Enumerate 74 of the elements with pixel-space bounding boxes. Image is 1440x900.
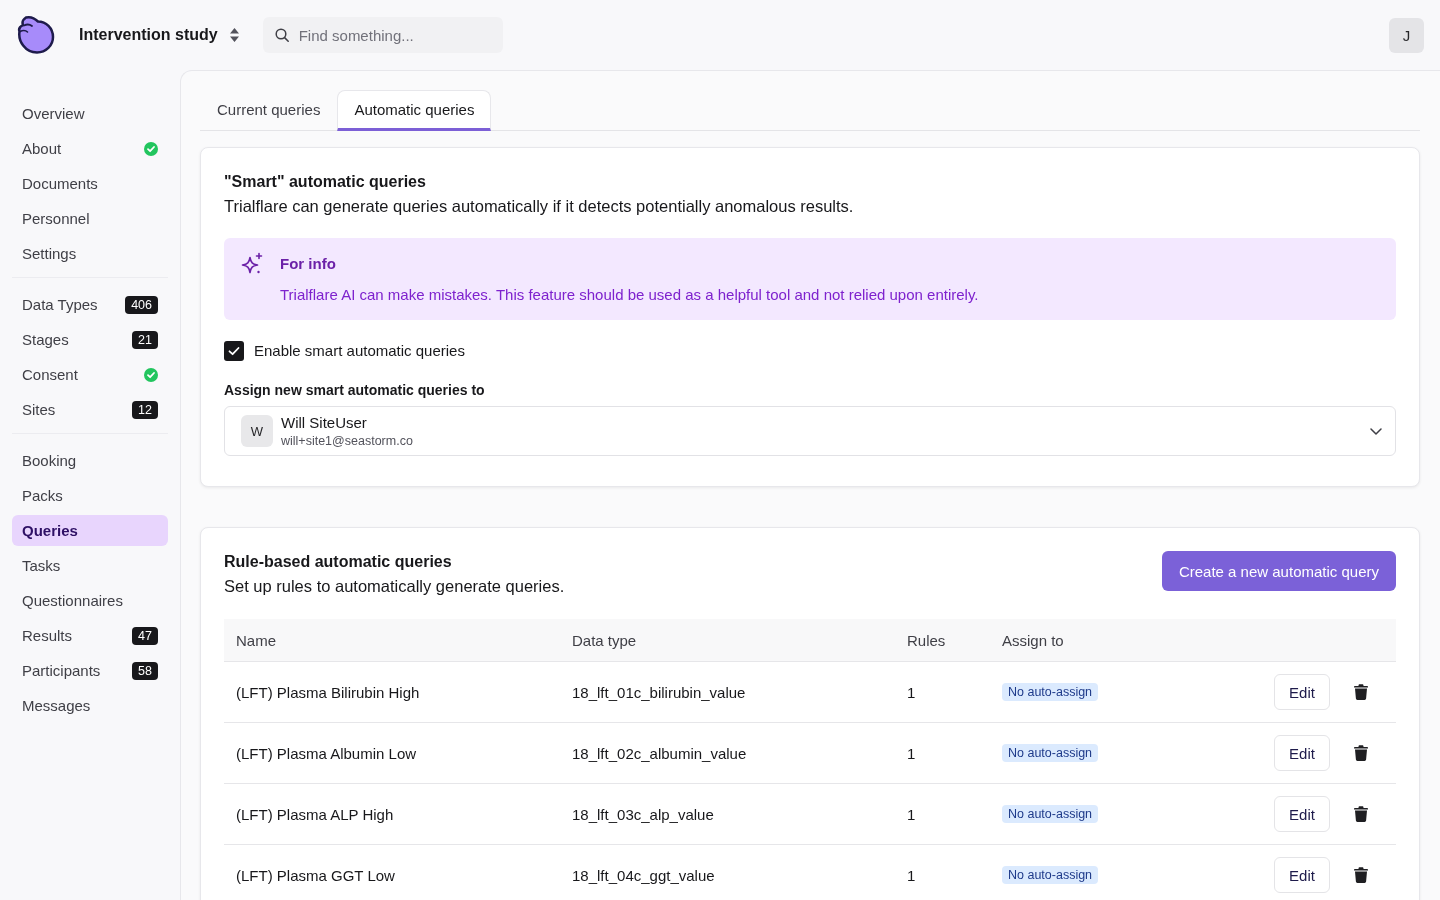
sidebar-item[interactable]: Documents [12, 168, 168, 199]
count-badge: 58 [132, 661, 158, 680]
user-avatar-button[interactable]: J [1389, 17, 1424, 53]
study-switcher[interactable]: Intervention study [79, 26, 239, 44]
assign-tag: No auto-assign [1002, 744, 1099, 762]
sidebar-item[interactable]: Tasks [12, 550, 168, 581]
table-cell-text: (LFT) Plasma Albumin Low [235, 744, 417, 762]
card-description: Trialflare can generate queries automatically if it detects potentially anomalous results. [224, 196, 855, 217]
table-cell-text: 18_lft_04c_ggt_value [571, 866, 715, 884]
updown-caret-icon [229, 28, 239, 42]
table-cell-text: (LFT) Plasma ALP High [235, 805, 394, 823]
trash-icon[interactable] [1354, 806, 1368, 822]
edit-button[interactable]: Edit [1274, 735, 1330, 771]
notice-text: Trialflare AI can make mistakes. This feature should be used as a helpful tool and not relied upon entirely. [280, 285, 980, 305]
table-cell-text: 1 [906, 866, 916, 884]
checkbox-label: Enable smart automatic queries [254, 341, 465, 361]
count-badge: 47 [132, 626, 158, 645]
tab[interactable]: Current queries [200, 90, 338, 131]
tab[interactable]: Automatic queries [337, 90, 492, 131]
edit-button[interactable]: Edit [1274, 674, 1330, 710]
column-header: Rules [906, 631, 946, 649]
table-cell-text: 18_lft_01c_bilirubin_value [571, 683, 746, 701]
count-badge: 12 [132, 400, 158, 419]
edit-button[interactable]: Edit [1274, 796, 1330, 832]
assign-tag: No auto-assign [1002, 866, 1099, 884]
edit-button[interactable]: Edit [1274, 857, 1330, 893]
card-title: Rule-based automatic queries [224, 552, 453, 572]
table-cell-text: (LFT) Plasma GGT Low [235, 866, 395, 884]
table-cell-text: (LFT) Plasma Bilirubin High [235, 683, 420, 701]
notice-title: For info [280, 254, 337, 274]
trash-icon[interactable] [1354, 867, 1368, 883]
sidebar-item[interactable]: Settings [12, 238, 168, 269]
table-cell-text: 18_lft_03c_alp_value [571, 805, 714, 823]
field-label: Assign new smart automatic queries to [224, 381, 486, 400]
assign-tag: No auto-assign [1002, 805, 1099, 823]
create-query-button[interactable]: Create a new automatic query [1161, 551, 1396, 591]
sidebar-item[interactable]: Data Types 406 [12, 289, 168, 320]
card-title: "Smart" automatic queries [224, 172, 427, 192]
count-badge: 406 [125, 295, 158, 314]
table-cell-text: 18_lft_02c_albumin_value [571, 744, 747, 762]
sidebar-item[interactable]: Sites 12 [12, 394, 168, 425]
checkbox[interactable] [224, 341, 244, 361]
trash-icon[interactable] [1354, 684, 1368, 700]
trash-icon[interactable] [1354, 745, 1368, 761]
card-description: Set up rules to automatically generate queries. [224, 576, 565, 597]
assign-tag: No auto-assign [1002, 683, 1099, 701]
chevron-down-icon [1370, 427, 1382, 435]
sparkle-icon [240, 252, 264, 276]
user-email: will+site1@seastorm.co [281, 433, 413, 449]
user-avatar: W [241, 415, 273, 447]
sidebar-item[interactable]: Results 47 [12, 620, 168, 651]
sidebar-item[interactable]: Consent [12, 359, 168, 390]
column-header: Name [235, 631, 276, 649]
sidebar-item[interactable]: Booking [12, 445, 168, 476]
sidebar-item[interactable]: Stages 21 [12, 324, 168, 355]
column-header: Data type [571, 631, 637, 649]
assignee-select[interactable]: W Will SiteUser will+site1@seastorm.co [224, 406, 1396, 456]
sidebar-item[interactable]: Questionnaires [12, 585, 168, 616]
sidebar-item[interactable]: Overview [12, 98, 168, 129]
sidebar-item[interactable]: Personnel [12, 203, 168, 234]
sidebar-item[interactable]: Packs [12, 480, 168, 511]
app-logo [15, 15, 55, 55]
column-header: Assign to [1001, 631, 1064, 649]
user-name: Will SiteUser [281, 413, 367, 432]
search-field[interactable]: Find something... [262, 17, 503, 53]
table-cell-text: 1 [906, 805, 916, 823]
table-cell-text: 1 [906, 683, 916, 701]
count-badge: 21 [132, 330, 158, 349]
search-icon [274, 28, 289, 42]
sidebar-item[interactable]: Messages [12, 690, 168, 721]
sidebar-item[interactable]: Queries [12, 515, 168, 546]
table-cell-text: 1 [906, 744, 916, 762]
sidebar-item[interactable]: Participants 58 [12, 655, 168, 686]
sidebar-item[interactable]: About [12, 133, 168, 164]
